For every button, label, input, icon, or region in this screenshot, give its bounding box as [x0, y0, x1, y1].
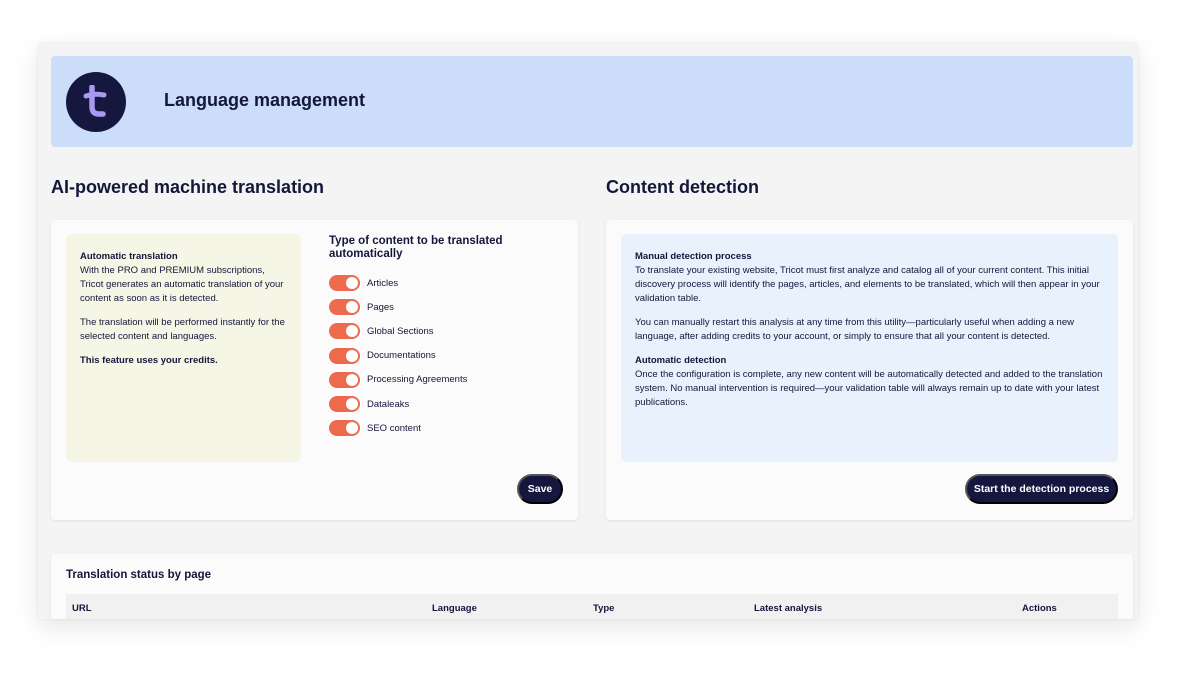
start-detection-button[interactable]: Start the detection process	[965, 474, 1118, 504]
save-button[interactable]: Save	[517, 474, 563, 504]
toggle-label: Global Sections	[367, 325, 434, 337]
toggle-label: Dataleaks	[367, 398, 410, 410]
column-header-language[interactable]: Language	[432, 603, 477, 614]
note-credits: This feature uses your credits.	[80, 355, 218, 366]
toggle-knob	[346, 301, 358, 314]
toggle-row-global-sections: Global Sections	[329, 319, 559, 343]
content-types-title: Type of content to be translated automat…	[329, 235, 503, 260]
content-types-panel: Type of content to be translated automat…	[329, 235, 559, 440]
column-header-url[interactable]: URL	[72, 603, 92, 614]
documentations-toggle[interactable]	[329, 347, 360, 364]
toggle-row-articles: Articles	[329, 271, 559, 295]
manual-detection-heading: Manual detection process	[635, 251, 752, 262]
toggle-knob	[346, 398, 358, 411]
tricot-logo-glyph	[83, 85, 107, 117]
table-title: Translation status by page	[66, 569, 212, 581]
toggle-knob	[346, 325, 358, 338]
note-para2: The translation will be performed instan…	[80, 317, 285, 342]
automatic-translation-note: Automatic translation With the PRO and P…	[66, 234, 301, 462]
toggle-label: SEO content	[367, 422, 421, 434]
column-header-actions: Actions	[1022, 603, 1057, 614]
detection-info: Manual detection process To translate yo…	[621, 234, 1118, 462]
pages-toggle[interactable]	[329, 299, 360, 316]
articles-toggle[interactable]	[329, 275, 360, 292]
column-header-latest-analysis[interactable]: Latest analysis	[754, 603, 822, 614]
column-header-type[interactable]: Type	[593, 603, 614, 614]
tricot-logo-icon	[66, 72, 126, 132]
detection-card: Manual detection process To translate yo…	[606, 220, 1133, 520]
translation-card: Automatic translation With the PRO and P…	[51, 220, 578, 520]
processing-agreements-toggle[interactable]	[329, 371, 360, 388]
seo-content-toggle[interactable]	[329, 420, 360, 437]
translation-section-title: AI-powered machine translation	[51, 177, 325, 197]
toggle-label: Processing Agreements	[367, 374, 468, 386]
manual-detection-body: To translate your existing website, Tric…	[635, 265, 1100, 304]
detection-section-title: Content detection	[606, 177, 759, 197]
toggle-label: Pages	[367, 301, 394, 313]
dataleaks-toggle[interactable]	[329, 396, 360, 413]
manual-detection-body2: You can manually restart this analysis a…	[635, 317, 1074, 342]
table-header-row: URL Language Type Latest analysis Action…	[66, 594, 1118, 619]
automatic-detection-body: Once the configuration is complete, any …	[635, 369, 1103, 408]
toggle-row-seo-content: SEO content	[329, 416, 559, 440]
global-sections-toggle[interactable]	[329, 323, 360, 340]
note-body: With the PRO and PREMIUM subscriptions, …	[80, 265, 284, 304]
toggle-row-dataleaks: Dataleaks	[329, 392, 559, 416]
toggle-label: Documentations	[367, 350, 436, 362]
toggle-row-processing-agreements: Processing Agreements	[329, 368, 559, 392]
page-title: Language management	[164, 90, 366, 110]
toggle-knob	[346, 373, 358, 386]
toggle-knob	[346, 349, 358, 362]
automatic-detection-heading: Automatic detection	[635, 355, 727, 366]
toggle-knob	[346, 422, 358, 435]
toggle-row-documentations: Documentations	[329, 344, 559, 368]
app-window: Language management AI-powered machine t…	[38, 43, 1138, 619]
note-heading: Automatic translation	[80, 251, 178, 262]
toggle-row-pages: Pages	[329, 295, 559, 319]
page-header: Language management	[51, 56, 1133, 147]
translation-status-table: Translation status by page URL Language …	[51, 554, 1133, 619]
toggle-label: Articles	[367, 277, 399, 289]
toggle-knob	[346, 277, 358, 290]
